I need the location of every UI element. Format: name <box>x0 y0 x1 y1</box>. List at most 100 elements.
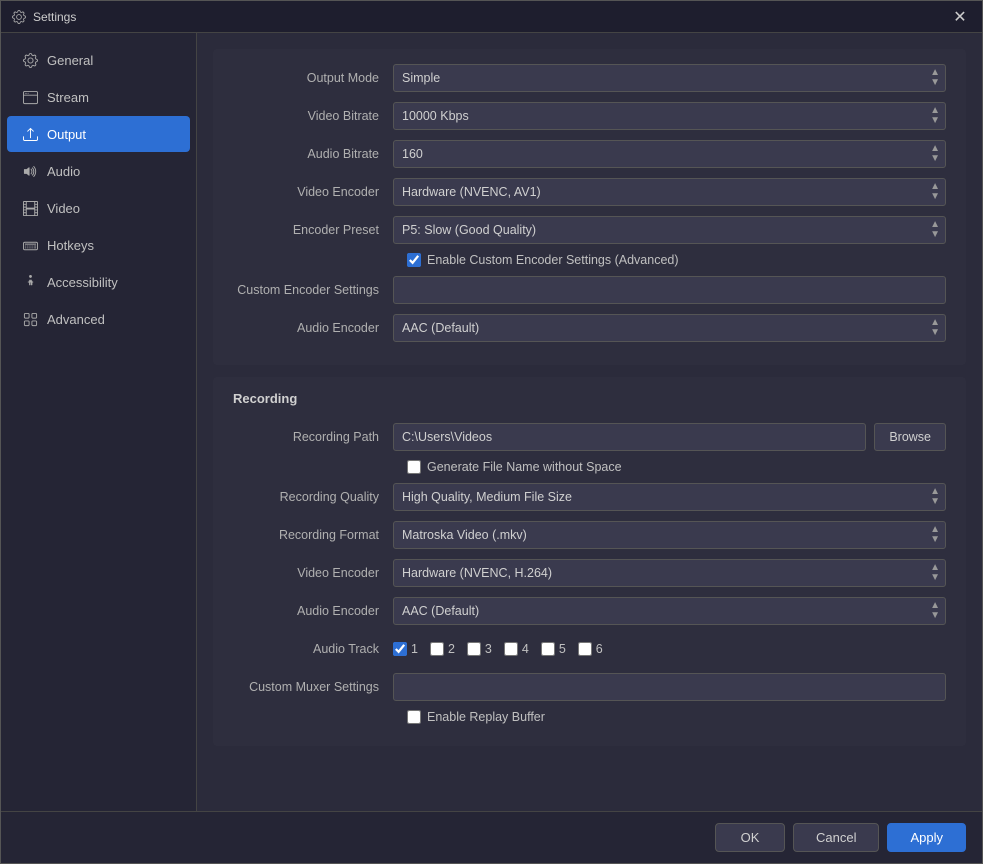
custom-encoder-checkbox[interactable] <box>407 253 421 267</box>
main-content: General Stream <box>1 33 982 811</box>
recording-path-label: Recording Path <box>233 430 393 444</box>
titlebar-left: Settings <box>11 9 76 25</box>
settings-window: Settings ✕ General <box>0 0 983 864</box>
content-area: Output Mode Simple Advanced ▲ ▼ <box>197 33 982 811</box>
audio-track-6-checkbox[interactable] <box>578 642 592 656</box>
recording-path-control: Browse <box>393 423 946 451</box>
audio-track-label: Audio Track <box>233 642 393 656</box>
sidebar-item-stream[interactable]: Stream <box>7 79 190 115</box>
footer: OK Cancel Apply <box>1 811 982 863</box>
custom-muxer-input[interactable] <box>393 673 946 701</box>
sidebar-item-output[interactable]: Output <box>7 116 190 152</box>
video-bitrate-select-wrapper: 10000 Kbps ▲ ▼ <box>393 102 946 130</box>
audio-bitrate-select-wrapper: 160 ▲ ▼ <box>393 140 946 168</box>
rec-audio-encoder-row: Audio Encoder AAC (Default) ▲ ▼ <box>233 596 946 626</box>
replay-buffer-checkbox[interactable] <box>407 710 421 724</box>
generate-filename-checkbox[interactable] <box>407 460 421 474</box>
stream-icon <box>21 88 39 106</box>
recording-format-label: Recording Format <box>233 528 393 542</box>
titlebar-title: Settings <box>33 10 76 24</box>
apply-button[interactable]: Apply <box>887 823 966 852</box>
custom-encoder-checkbox-label[interactable]: Enable Custom Encoder Settings (Advanced… <box>427 253 679 267</box>
video-encoder-control: Hardware (NVENC, AV1) ▲ ▼ <box>393 178 946 206</box>
custom-encoder-settings-label: Custom Encoder Settings <box>233 283 393 297</box>
rec-video-encoder-row: Video Encoder Hardware (NVENC, H.264) ▲ … <box>233 558 946 588</box>
audio-bitrate-label: Audio Bitrate <box>233 147 393 161</box>
encoder-preset-label: Encoder Preset <box>233 223 393 237</box>
replay-buffer-label[interactable]: Enable Replay Buffer <box>427 710 545 724</box>
audio-track-3-checkbox[interactable] <box>467 642 481 656</box>
recording-path-row: Recording Path Browse <box>233 422 946 452</box>
recording-format-row: Recording Format Matroska Video (.mkv) ▲… <box>233 520 946 550</box>
rec-video-encoder-label: Video Encoder <box>233 566 393 580</box>
audio-bitrate-control: 160 ▲ ▼ <box>393 140 946 168</box>
recording-quality-row: Recording Quality High Quality, Medium F… <box>233 482 946 512</box>
sidebar-item-video[interactable]: Video <box>7 190 190 226</box>
output-mode-select[interactable]: Simple Advanced <box>393 64 946 92</box>
sidebar-item-hotkeys[interactable]: Hotkeys <box>7 227 190 263</box>
recording-format-wrapper: Matroska Video (.mkv) ▲ ▼ <box>393 521 946 549</box>
audio-bitrate-select[interactable]: 160 <box>393 140 946 168</box>
titlebar: Settings ✕ <box>1 1 982 33</box>
audio-encoder-streaming-wrapper: AAC (Default) ▲ ▼ <box>393 314 946 342</box>
recording-quality-wrapper: High Quality, Medium File Size ▲ ▼ <box>393 483 946 511</box>
custom-encoder-settings-control <box>393 276 946 304</box>
output-mode-control: Simple Advanced ▲ ▼ <box>393 64 946 92</box>
recording-quality-select[interactable]: High Quality, Medium File Size <box>393 483 946 511</box>
encoder-preset-select-wrapper: P5: Slow (Good Quality) ▲ ▼ <box>393 216 946 244</box>
audio-track-3-label: 3 <box>485 642 492 656</box>
output-mode-select-wrapper: Simple Advanced ▲ ▼ <box>393 64 946 92</box>
recording-quality-control: High Quality, Medium File Size ▲ ▼ <box>393 483 946 511</box>
rec-video-encoder-wrapper: Hardware (NVENC, H.264) ▲ ▼ <box>393 559 946 587</box>
output-icon <box>21 125 39 143</box>
sidebar-item-general[interactable]: General <box>7 42 190 78</box>
audio-track-checkboxes: 1 2 3 4 5 6 <box>393 642 946 656</box>
video-bitrate-select[interactable]: 10000 Kbps <box>393 102 946 130</box>
rec-video-encoder-select[interactable]: Hardware (NVENC, H.264) <box>393 559 946 587</box>
rec-video-encoder-control: Hardware (NVENC, H.264) ▲ ▼ <box>393 559 946 587</box>
audio-bitrate-row: Audio Bitrate 160 ▲ ▼ <box>233 139 946 169</box>
audio-track-1-label: 1 <box>411 642 418 656</box>
generate-filename-label[interactable]: Generate File Name without Space <box>427 460 622 474</box>
video-encoder-select-wrapper: Hardware (NVENC, AV1) ▲ ▼ <box>393 178 946 206</box>
audio-encoder-streaming-label: Audio Encoder <box>233 321 393 335</box>
audio-encoder-streaming-row: Audio Encoder AAC (Default) ▲ ▼ <box>233 313 946 343</box>
audio-track-control: 1 2 3 4 5 6 <box>393 642 946 656</box>
close-button[interactable]: ✕ <box>948 5 972 29</box>
sidebar-item-audio[interactable]: Audio <box>7 153 190 189</box>
audio-track-5-checkbox[interactable] <box>541 642 555 656</box>
audio-track-2-checkbox[interactable] <box>430 642 444 656</box>
sidebar-item-label: Stream <box>47 90 89 105</box>
sidebar-item-label: Video <box>47 201 80 216</box>
output-mode-label: Output Mode <box>233 71 393 85</box>
video-encoder-label: Video Encoder <box>233 185 393 199</box>
recording-path-input[interactable] <box>393 423 866 451</box>
audio-track-row: Audio Track 1 2 3 4 5 <box>233 634 946 664</box>
audio-track-1-checkbox[interactable] <box>393 642 407 656</box>
audio-track-4-checkbox[interactable] <box>504 642 518 656</box>
sidebar-item-advanced[interactable]: Advanced <box>7 301 190 337</box>
sidebar-item-accessibility[interactable]: Accessibility <box>7 264 190 300</box>
browse-button[interactable]: Browse <box>874 423 946 451</box>
replay-buffer-row: Enable Replay Buffer <box>233 710 946 724</box>
video-encoder-select[interactable]: Hardware (NVENC, AV1) <box>393 178 946 206</box>
custom-muxer-control <box>393 673 946 701</box>
video-bitrate-control: 10000 Kbps ▲ ▼ <box>393 102 946 130</box>
cancel-button[interactable]: Cancel <box>793 823 879 852</box>
rec-audio-encoder-select[interactable]: AAC (Default) <box>393 597 946 625</box>
custom-encoder-settings-row: Custom Encoder Settings <box>233 275 946 305</box>
recording-section: Recording Recording Path Browse Generate… <box>213 377 966 746</box>
hotkeys-icon <box>21 236 39 254</box>
custom-muxer-label: Custom Muxer Settings <box>233 680 393 694</box>
encoder-preset-control: P5: Slow (Good Quality) ▲ ▼ <box>393 216 946 244</box>
encoder-preset-select[interactable]: P5: Slow (Good Quality) <box>393 216 946 244</box>
custom-encoder-settings-input[interactable] <box>393 276 946 304</box>
sidebar: General Stream <box>1 33 197 811</box>
ok-button[interactable]: OK <box>715 823 785 852</box>
audio-track-2-label: 2 <box>448 642 455 656</box>
streaming-section: Output Mode Simple Advanced ▲ ▼ <box>213 49 966 365</box>
sidebar-item-label: Audio <box>47 164 80 179</box>
audio-encoder-streaming-select[interactable]: AAC (Default) <box>393 314 946 342</box>
generate-filename-row: Generate File Name without Space <box>233 460 946 474</box>
recording-format-select[interactable]: Matroska Video (.mkv) <box>393 521 946 549</box>
